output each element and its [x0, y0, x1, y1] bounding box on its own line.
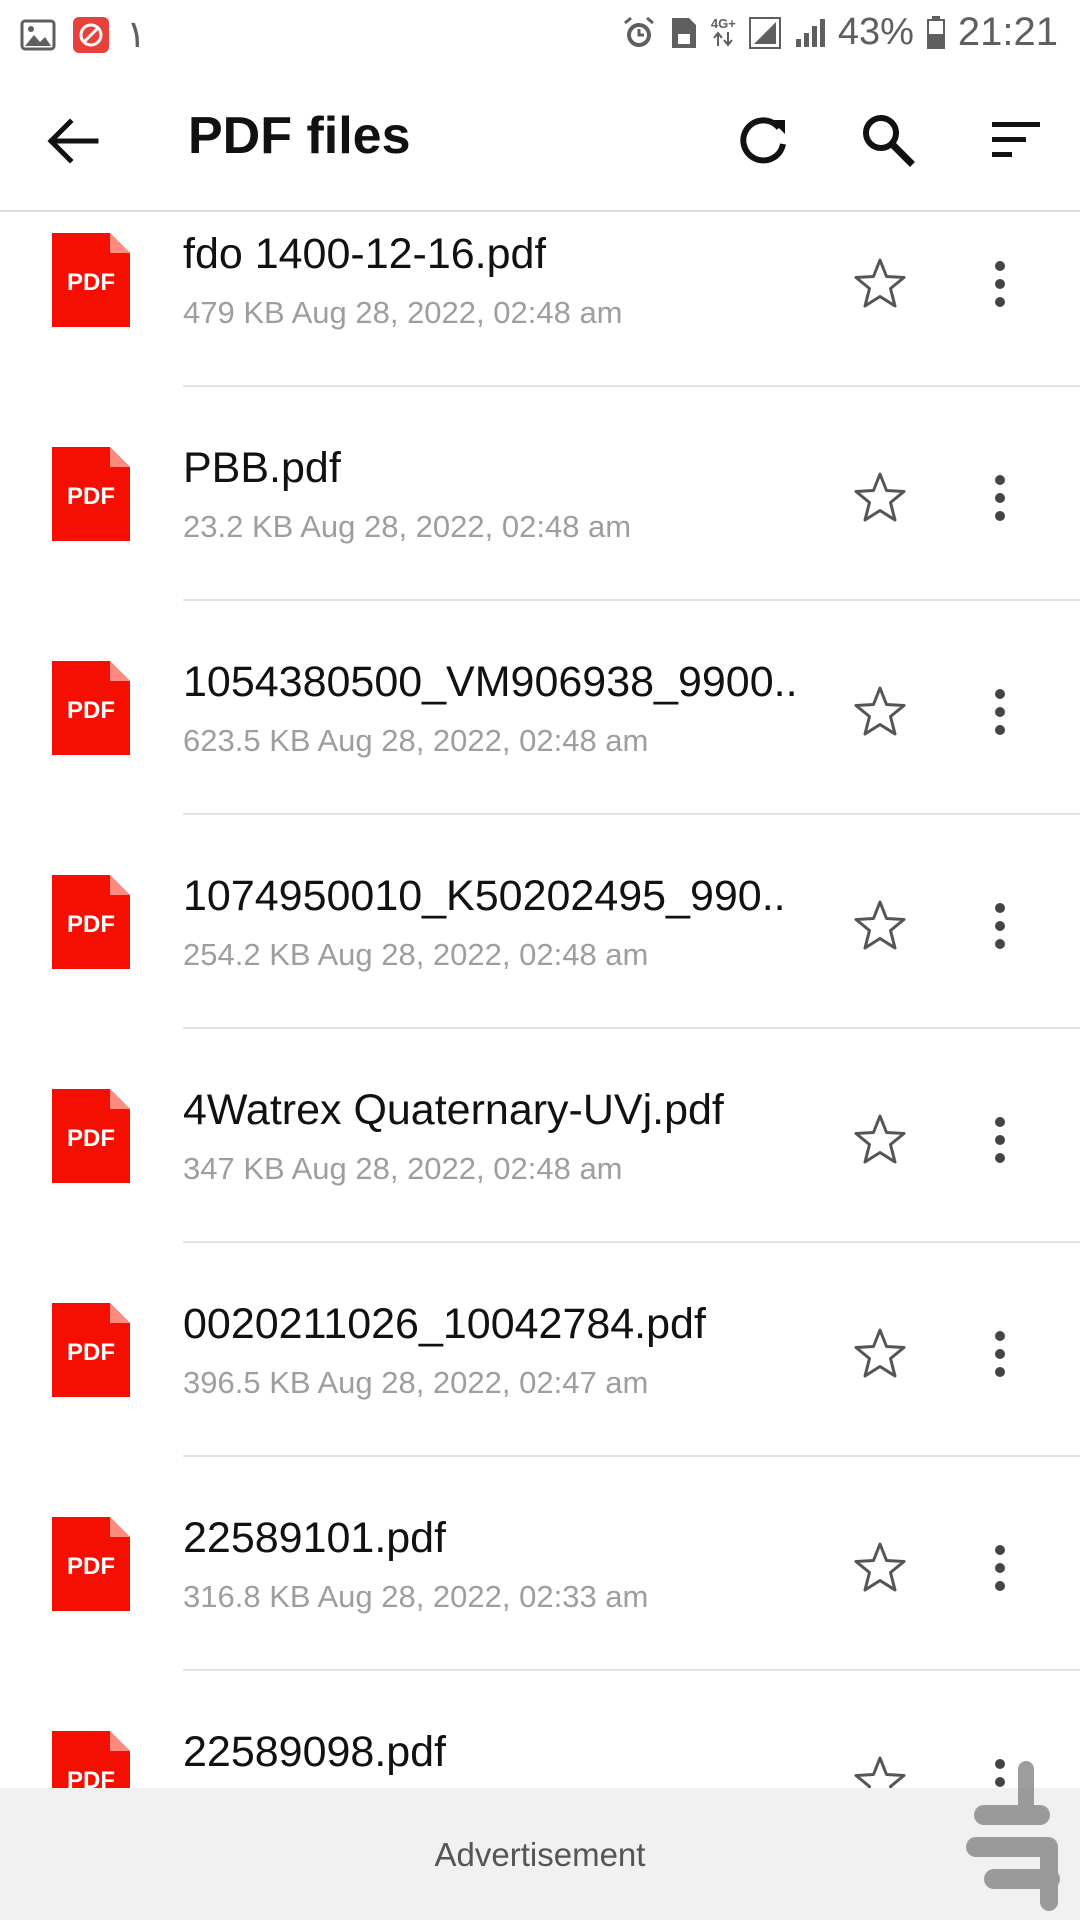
- pdf-app-notification-icon: [73, 16, 109, 53]
- alarm-icon: [623, 16, 654, 47]
- file-row[interactable]: PDF 1054380500_VM906938_9900.. 623.5 KB …: [0, 640, 1080, 854]
- file-row[interactable]: PDF PBB.pdf 23.2 KB Aug 28, 2022, 02:48 …: [0, 426, 1080, 640]
- file-meta: 316.8 KB Aug 28, 2022, 02:33 am: [183, 1579, 649, 1614]
- file-meta: 479 KB Aug 28, 2022, 02:48 am: [183, 295, 623, 330]
- star-icon[interactable]: [852, 1540, 908, 1596]
- star-icon[interactable]: [852, 470, 908, 526]
- star-icon[interactable]: [852, 898, 908, 954]
- ad-label: Advertisement: [434, 1836, 646, 1873]
- file-row[interactable]: PDF 22589098.pdf: [0, 1710, 1080, 1788]
- status-bar: ١ 4G+ 43% 21:21: [0, 0, 1080, 66]
- file-row[interactable]: PDF 4Watrex Quaternary-UVj.pdf 347 KB Au…: [0, 1068, 1080, 1282]
- pdf-file-icon: PDF: [52, 1731, 130, 1788]
- sim-save-icon: [671, 17, 696, 48]
- more-options-icon[interactable]: [976, 1540, 1024, 1596]
- star-icon[interactable]: [852, 1754, 908, 1788]
- signal-sim2-icon: [795, 18, 825, 47]
- star-icon[interactable]: [852, 684, 908, 740]
- more-options-icon[interactable]: [976, 684, 1024, 740]
- status-extra-text: ١: [126, 14, 147, 56]
- more-options-icon[interactable]: [976, 256, 1024, 312]
- pdf-badge-text: PDF: [67, 269, 115, 296]
- row-divider: [183, 1669, 1080, 1671]
- pdf-file-icon: PDF: [52, 1303, 130, 1397]
- star-icon[interactable]: [852, 1326, 908, 1382]
- gallery-notification-icon: [20, 19, 56, 50]
- row-divider: [183, 385, 1080, 387]
- pdf-file-icon: PDF: [52, 661, 130, 755]
- pdf-badge-text: PDF: [67, 483, 115, 510]
- battery-icon: [926, 15, 945, 49]
- pdf-file-icon: PDF: [52, 447, 130, 541]
- data-arrows-icon: [713, 31, 734, 47]
- more-options-icon[interactable]: [976, 470, 1024, 526]
- file-name: 22589101.pdf: [183, 1514, 447, 1562]
- file-row[interactable]: PDF 1074950010_K50202495_990.. 254.2 KB …: [0, 854, 1080, 1068]
- pdf-badge-text: PDF: [67, 1125, 115, 1152]
- clock: 21:21: [957, 10, 1058, 54]
- file-name: 1054380500_VM906938_9900..: [183, 658, 798, 706]
- signal-sim1-icon: [748, 16, 781, 49]
- pdf-file-icon: PDF: [52, 875, 130, 969]
- sort-icon[interactable]: [980, 104, 1052, 176]
- file-row[interactable]: PDF 22589101.pdf 316.8 KB Aug 28, 2022, …: [0, 1496, 1080, 1710]
- battery-percent: 43%: [837, 11, 914, 53]
- pdf-badge-text: PDF: [67, 1339, 115, 1366]
- file-row[interactable]: PDF fdo 1400-12-16.pdf 479 KB Aug 28, 20…: [0, 212, 1080, 426]
- star-icon[interactable]: [852, 256, 908, 312]
- pdf-badge-text: PDF: [67, 697, 115, 724]
- search-icon[interactable]: [852, 104, 924, 176]
- file-meta: 623.5 KB Aug 28, 2022, 02:48 am: [183, 723, 649, 758]
- file-name: 4Watrex Quaternary-UVj.pdf: [183, 1086, 724, 1134]
- pdf-badge-text: PDF: [67, 1767, 115, 1788]
- row-divider: [183, 1241, 1080, 1243]
- pdf-badge-text: PDF: [67, 1553, 115, 1580]
- network-type-label: 4G+: [710, 16, 736, 31]
- file-name: 22589098.pdf: [183, 1728, 447, 1776]
- file-name: 1074950010_K50202495_990..: [183, 872, 786, 920]
- file-meta: 254.2 KB Aug 28, 2022, 02:48 am: [183, 937, 649, 972]
- row-divider: [183, 813, 1080, 815]
- pdf-badge-text: PDF: [67, 911, 115, 938]
- more-options-icon[interactable]: [976, 1112, 1024, 1168]
- pdf-file-icon: PDF: [52, 1089, 130, 1183]
- file-name: PBB.pdf: [183, 444, 341, 492]
- page-title: PDF files: [188, 107, 411, 165]
- refresh-icon[interactable]: [727, 104, 799, 176]
- file-meta: 396.5 KB Aug 28, 2022, 02:47 am: [183, 1365, 649, 1400]
- file-list[interactable]: PDF fdo 1400-12-16.pdf 479 KB Aug 28, 20…: [0, 212, 1080, 1788]
- more-options-icon[interactable]: [976, 1326, 1024, 1382]
- row-divider: [183, 1027, 1080, 1029]
- ad-banner[interactable]: Advertisement: [0, 1788, 1080, 1920]
- back-arrow-icon[interactable]: [40, 108, 106, 174]
- file-meta: 23.2 KB Aug 28, 2022, 02:48 am: [183, 509, 632, 544]
- pdf-file-icon: PDF: [52, 1517, 130, 1611]
- watermark-logo-icon: [966, 1761, 1060, 1911]
- file-name: fdo 1400-12-16.pdf: [183, 230, 547, 278]
- app-bar: PDF files: [0, 66, 1080, 212]
- pdf-file-icon: PDF: [52, 233, 130, 327]
- row-divider: [183, 599, 1080, 601]
- star-icon[interactable]: [852, 1112, 908, 1168]
- file-name: 0020211026_10042784.pdf: [183, 1300, 706, 1348]
- file-row[interactable]: PDF 0020211026_10042784.pdf 396.5 KB Aug…: [0, 1282, 1080, 1496]
- row-divider: [183, 1455, 1080, 1457]
- file-meta: 347 KB Aug 28, 2022, 02:48 am: [183, 1151, 623, 1186]
- more-options-icon[interactable]: [976, 898, 1024, 954]
